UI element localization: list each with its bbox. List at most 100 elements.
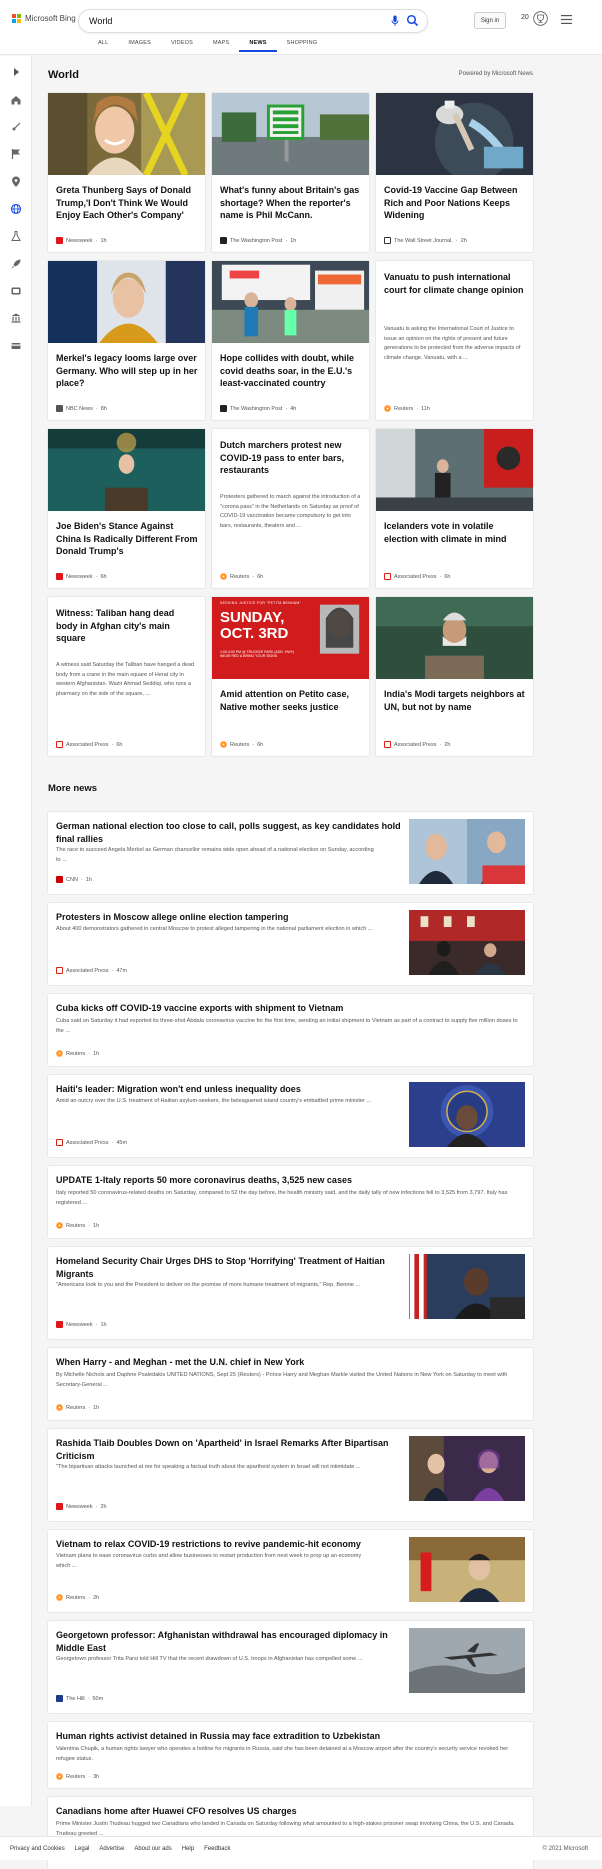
tab-images[interactable]: IMAGES [118, 40, 161, 52]
moscow-thumbnail[interactable] [409, 910, 525, 975]
source-name[interactable]: Newsweek [66, 238, 93, 244]
card-image[interactable] [376, 597, 533, 679]
business-icon[interactable] [10, 312, 22, 324]
row-title[interactable]: Haiti's leader: Migration won't end unle… [56, 1083, 416, 1096]
row-title[interactable]: Cuba kicks off COVID-19 vaccine exports … [56, 1002, 526, 1015]
merkel-thumbnail[interactable] [48, 261, 205, 343]
plane-thumbnail[interactable] [409, 1628, 525, 1693]
news-card[interactable]: India's Modi targets neighbors at UN, bu… [376, 597, 533, 756]
source-name[interactable]: CNN [66, 877, 78, 883]
source-name[interactable]: The Washington Post [230, 406, 282, 412]
modi-thumbnail[interactable] [376, 597, 533, 679]
iceland-thumbnail[interactable] [376, 429, 533, 511]
flag-icon[interactable] [10, 148, 22, 160]
sports-icon[interactable] [10, 121, 22, 133]
row-title[interactable]: When Harry - and Meghan - met the U.N. c… [56, 1356, 526, 1369]
location-icon[interactable] [10, 176, 22, 188]
news-row[interactable]: Rashida Tlaib Doubles Down on 'Apartheid… [48, 1429, 533, 1521]
news-row[interactable]: Haiti's leader: Migration won't end unle… [48, 1075, 533, 1157]
row-image[interactable] [409, 1254, 525, 1319]
source-name[interactable]: Associated Press [66, 742, 109, 748]
row-image[interactable] [409, 819, 525, 884]
row-image[interactable] [409, 910, 525, 975]
station-thumbnail[interactable] [212, 93, 369, 175]
footer-link[interactable]: Feedback [204, 1846, 230, 1852]
source-name[interactable]: Associated Press [394, 574, 437, 580]
footer-link[interactable]: About our ads [134, 1846, 171, 1852]
source-name[interactable]: Reuters [394, 406, 413, 412]
news-card[interactable]: Dutch marchers protest new COVID-19 pass… [212, 429, 369, 588]
card-title[interactable]: Joe Biden's Stance Against China Is Radi… [56, 520, 198, 558]
card-title[interactable]: Dutch marchers protest new COVID-19 pass… [220, 439, 362, 477]
footer-link[interactable]: Advertise [99, 1846, 124, 1852]
tab-all[interactable]: ALL [88, 40, 118, 52]
card-title[interactable]: Witness: Taliban hang dead body in Afgha… [56, 607, 198, 645]
row-title[interactable]: German national election too close to ca… [56, 820, 416, 846]
hamburger-menu-icon[interactable] [561, 15, 572, 24]
news-card[interactable]: Covid-19 Vaccine Gap Between Rich and Po… [376, 93, 533, 252]
news-row[interactable]: Cuba kicks off COVID-19 vaccine exports … [48, 994, 533, 1066]
rewards-trophy-icon[interactable] [533, 10, 548, 27]
card-title[interactable]: Hope collides with doubt, while covid de… [220, 352, 362, 390]
card-image[interactable] [48, 261, 205, 343]
home-icon[interactable] [10, 94, 22, 106]
source-name[interactable]: Reuters [66, 1774, 85, 1780]
source-name[interactable]: Associated Press [394, 742, 437, 748]
card-title[interactable]: Merkel's legacy looms large over Germany… [56, 352, 198, 390]
row-title[interactable]: Rashida Tlaib Doubles Down on 'Apartheid… [56, 1437, 416, 1463]
news-card[interactable]: Hope collides with doubt, while covid de… [212, 261, 369, 420]
news-card[interactable]: Vanuatu to push international court for … [376, 261, 533, 420]
entertainment-icon[interactable] [10, 285, 22, 297]
row-image[interactable] [409, 1436, 525, 1501]
news-row[interactable]: Protesters in Moscow allege online elect… [48, 903, 533, 985]
row-title[interactable]: Canadians home after Huawei CFO resolves… [56, 1805, 526, 1818]
source-name[interactable]: Associated Press [66, 1140, 109, 1146]
source-name[interactable]: Reuters [66, 1405, 85, 1411]
source-name[interactable]: Newsweek [66, 574, 93, 580]
tab-shopping[interactable]: SHOPPING [277, 40, 328, 52]
news-row[interactable]: Georgetown professor: Afghanistan withdr… [48, 1621, 533, 1713]
card-image[interactable] [48, 429, 205, 511]
row-image[interactable] [409, 1628, 525, 1693]
vietnam-thumbnail[interactable] [409, 1537, 525, 1602]
haiti-thumbnail[interactable] [409, 1082, 525, 1147]
news-card[interactable]: Witness: Taliban hang dead body in Afgha… [48, 597, 205, 756]
tlaib-thumbnail[interactable] [409, 1436, 525, 1501]
tab-videos[interactable]: VIDEOS [161, 40, 203, 52]
card-image[interactable] [212, 93, 369, 175]
news-card[interactable]: Icelanders vote in volatile election wit… [376, 429, 533, 588]
biden-thumbnail[interactable] [48, 429, 205, 511]
card-title[interactable]: Icelanders vote in volatile election wit… [384, 520, 526, 545]
row-title[interactable]: Protesters in Moscow allege online elect… [56, 911, 416, 924]
rewards-points[interactable]: 20 [521, 14, 529, 21]
footer-link[interactable]: Privacy and Cookies [10, 1846, 65, 1852]
card-title[interactable]: Amid attention on Petito case, Native mo… [220, 688, 362, 713]
science-icon[interactable] [10, 230, 22, 242]
footer-link[interactable]: Legal [75, 1846, 90, 1852]
card-title[interactable]: Greta Thunberg Says of Donald Trump,'I D… [56, 184, 198, 222]
source-name[interactable]: Reuters [230, 742, 249, 748]
source-name[interactable]: Newsweek [66, 1504, 93, 1510]
card-title[interactable]: Covid-19 Vaccine Gap Between Rich and Po… [384, 184, 526, 222]
row-title[interactable]: Human rights activist detained in Russia… [56, 1730, 526, 1743]
news-card[interactable]: SEEKING JUSTICE FOR "PETITA BENHAM" SUNDA… [212, 597, 369, 756]
search-icon[interactable] [406, 14, 419, 27]
source-name[interactable]: NBC News [66, 406, 93, 412]
row-title[interactable]: Homeland Security Chair Urges DHS to Sto… [56, 1255, 416, 1281]
news-row[interactable]: Homeland Security Chair Urges DHS to Sto… [48, 1247, 533, 1339]
source-name[interactable]: Reuters [66, 1223, 85, 1229]
card-image[interactable] [48, 93, 205, 175]
card-title[interactable]: Vanuatu to push international court for … [384, 271, 526, 296]
source-name[interactable]: Associated Press [66, 968, 109, 974]
search-input[interactable] [89, 14, 369, 28]
expand-icon[interactable] [10, 66, 22, 78]
news-row[interactable]: When Harry - and Meghan - met the U.N. c… [48, 1348, 533, 1420]
source-name[interactable]: The Wall Street Journal. [394, 238, 453, 244]
card-image[interactable] [376, 429, 533, 511]
greta-thumbnail[interactable] [48, 93, 205, 175]
card-title[interactable]: India's Modi targets neighbors at UN, bu… [384, 688, 526, 713]
card-image[interactable] [376, 93, 533, 175]
news-row[interactable]: Human rights activist detained in Russia… [48, 1722, 533, 1788]
microphone-icon[interactable] [391, 15, 399, 27]
footer-link[interactable]: Help [182, 1846, 194, 1852]
